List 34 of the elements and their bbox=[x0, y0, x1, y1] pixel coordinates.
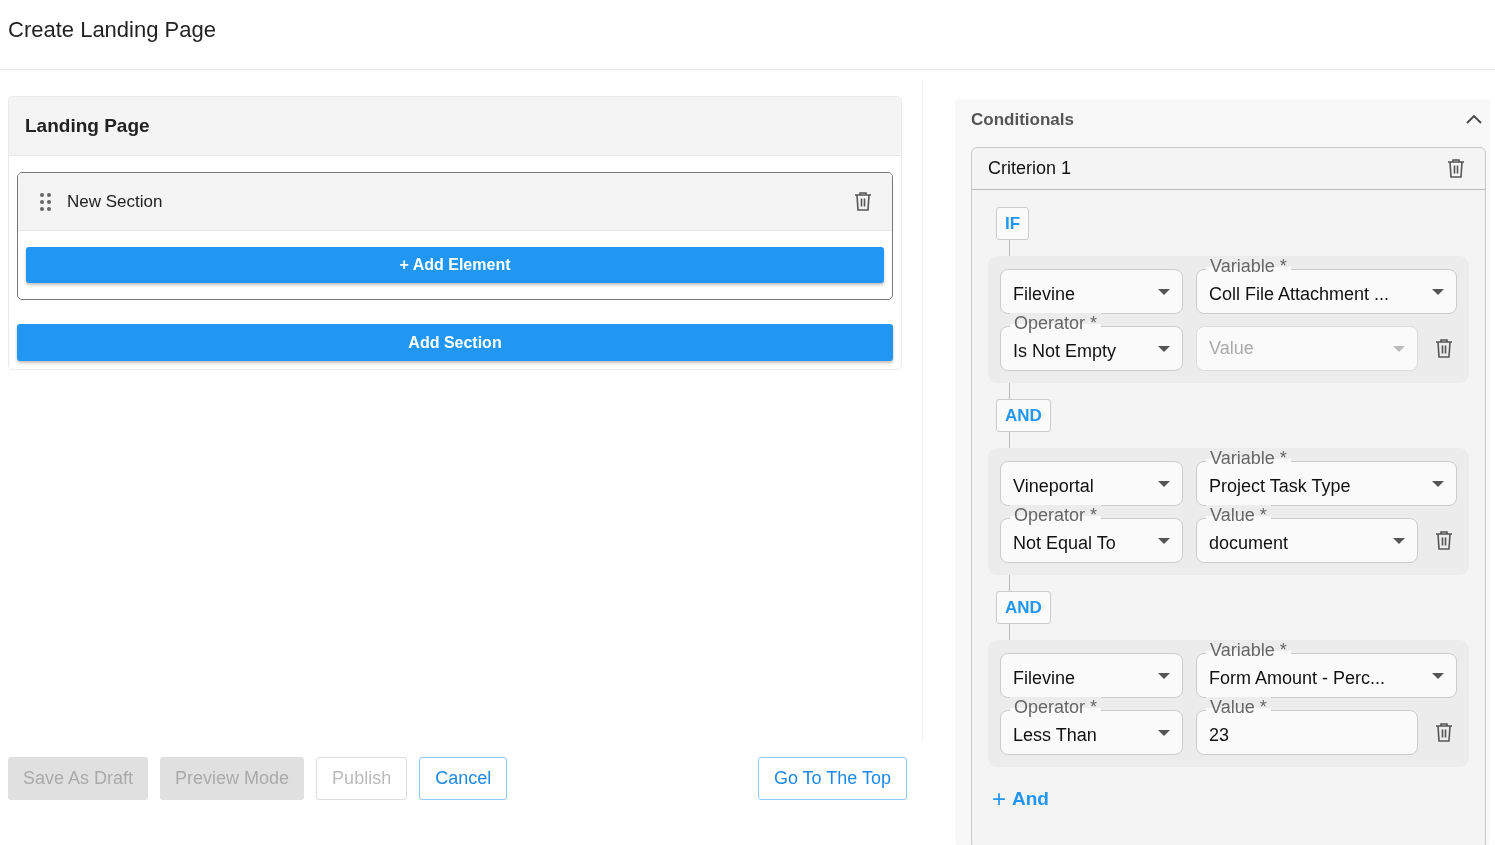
dropdown-caret-icon bbox=[1158, 345, 1170, 352]
dropdown-caret-icon bbox=[1158, 480, 1170, 487]
dropdown-caret-icon bbox=[1432, 672, 1444, 679]
footer-button[interactable]: Cancel bbox=[419, 757, 508, 800]
page-title: Create Landing Page bbox=[8, 16, 216, 43]
delete-icon[interactable] bbox=[1434, 722, 1454, 743]
connector-label: AND bbox=[996, 399, 1051, 432]
panel-title: Conditionals bbox=[971, 109, 1074, 130]
source-dropdown[interactable]: Filevine bbox=[1000, 653, 1183, 698]
go-to-top-button[interactable]: Go To The Top bbox=[757, 757, 907, 800]
source-dropdown[interactable]: Filevine bbox=[1000, 269, 1183, 314]
dropdown-caret-icon bbox=[1158, 288, 1170, 295]
delete-icon[interactable] bbox=[1434, 338, 1454, 359]
dropdown-caret-icon bbox=[1432, 480, 1444, 487]
section-title: New Section bbox=[67, 191, 164, 212]
field-label: Operator * bbox=[1010, 505, 1102, 525]
connector-label: AND bbox=[996, 591, 1051, 624]
delete-icon[interactable] bbox=[1434, 530, 1454, 551]
dropdown-caret-icon bbox=[1393, 537, 1405, 544]
chevron-icon[interactable] bbox=[1466, 114, 1482, 125]
drag-handle-icon[interactable] bbox=[40, 192, 51, 211]
criterion-title: Criterion 1 bbox=[988, 158, 1072, 179]
dropdown-caret-icon bbox=[1393, 345, 1405, 352]
delete-icon[interactable] bbox=[1446, 158, 1466, 179]
dropdown-caret-icon bbox=[1158, 537, 1170, 544]
source-dropdown[interactable]: Vineportal bbox=[1000, 461, 1183, 506]
field-label: Operator * bbox=[1010, 313, 1102, 333]
dropdown-caret-icon bbox=[1158, 672, 1170, 679]
connector-label: IF bbox=[996, 207, 1030, 240]
dropdown-caret-icon bbox=[1158, 729, 1170, 736]
panel-title: Landing Page bbox=[25, 115, 150, 137]
delete-icon[interactable] bbox=[853, 191, 873, 212]
field-label: Operator * bbox=[1010, 697, 1102, 717]
dropdown-caret-icon bbox=[1432, 288, 1444, 295]
